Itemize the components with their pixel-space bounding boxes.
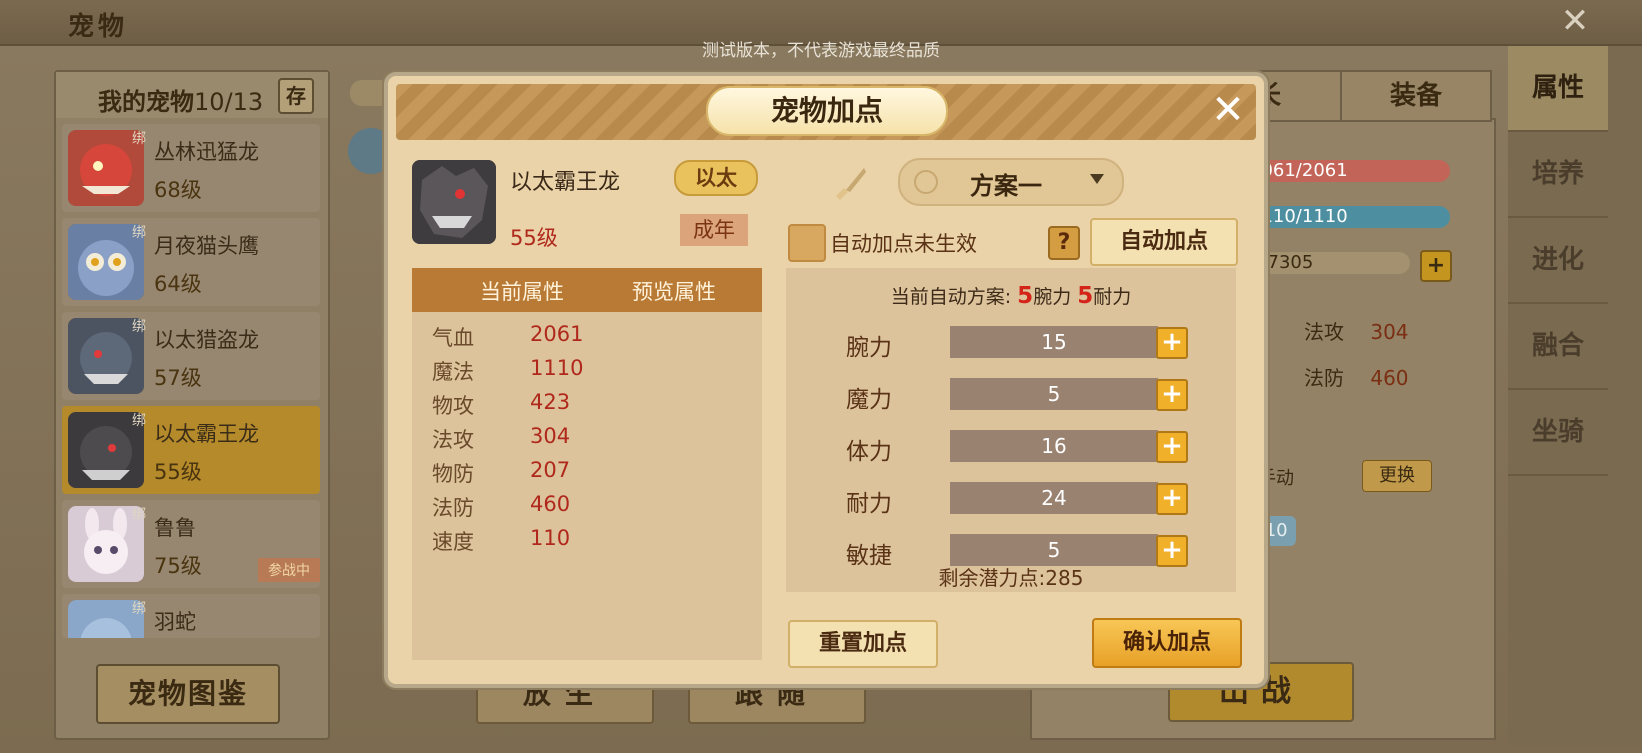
add-exp-button[interactable]: +	[1420, 250, 1452, 282]
pet-pokedex-button[interactable]: 宠物图鉴	[96, 664, 280, 724]
pet-level: 64级	[154, 272, 202, 296]
auto-allocate-status-label: 自动加点未生效	[830, 232, 977, 256]
reset-points-button[interactable]: 重置加点	[788, 620, 938, 668]
dialog-title: 宠物加点	[706, 86, 948, 136]
brush-icon[interactable]	[830, 162, 870, 202]
attribute-table-header: 当前属性 预览属性	[412, 268, 762, 312]
plan-dropdown[interactable]: 方案一	[898, 158, 1124, 206]
pet-name: 羽蛇	[154, 610, 196, 634]
remaining-points: 剩余潜力点:285	[938, 566, 1084, 590]
pet-level: 68级	[154, 178, 202, 202]
pet-list-item[interactable]: 绑 以太猎盗龙 57级	[62, 312, 320, 400]
pet-name: 丛林迅猛龙	[154, 140, 259, 164]
age-badge: 成年	[680, 214, 748, 246]
tab-attributes[interactable]: 属性	[1508, 46, 1608, 132]
chevron-down-icon	[1090, 174, 1104, 184]
pet-list-header: 我的宠物10/13 存	[56, 72, 328, 118]
pet-level: 57级	[154, 366, 202, 390]
pet-name: 以太霸王龙	[510, 170, 621, 195]
current-scheme-line: 当前自动方案: 5腕力 5耐力	[890, 283, 1132, 309]
magic-attack-label: 法攻	[1304, 320, 1344, 344]
pet-list-item[interactable]: 绑 羽蛇	[62, 594, 320, 638]
magic-defense-stat: 法防 460	[1304, 362, 1409, 391]
help-icon[interactable]: ?	[1048, 226, 1080, 260]
plus-icon[interactable]: +	[1156, 327, 1188, 359]
stat-value-bar: 24	[950, 482, 1158, 514]
close-icon[interactable]: ✕	[1210, 90, 1246, 130]
attribute-table: 当前属性 预览属性 气血 2061 魔法 1110 物攻 423 法攻 304 物防 20…	[412, 268, 762, 660]
pet-list-item[interactable]: 绑 月夜猫头鹰 64级	[62, 218, 320, 306]
stat-name: 腕力	[846, 335, 892, 361]
plus-icon[interactable]: +	[1156, 431, 1188, 463]
plan-selected-value: 方案一	[970, 172, 1042, 200]
stat-value-bar: 16	[950, 430, 1158, 462]
stat-value-bar: 5	[950, 378, 1158, 410]
pet-list-item[interactable]: 绑 鲁鲁 75级 参战中	[62, 500, 320, 588]
close-icon[interactable]: ✕	[1558, 4, 1592, 38]
bound-icon: 绑	[132, 131, 146, 147]
test-version-watermark: 测试版本，不代表游戏最终品质	[702, 41, 940, 61]
pet-name: 鲁鲁	[154, 516, 196, 540]
pet-list-item-selected[interactable]: 绑 以太霸王龙 55级	[62, 406, 320, 494]
bound-icon: 绑	[132, 225, 146, 241]
magic-attack-value: 304	[1370, 320, 1409, 344]
pet-level: 55级	[510, 226, 558, 250]
magic-defense-value: 460	[1370, 366, 1409, 390]
pet-level: 75级	[154, 554, 202, 578]
tab-mount[interactable]: 坐骑	[1508, 390, 1608, 476]
pet-name: 以太霸王龙	[154, 422, 259, 446]
pet-list-panel: 我的宠物10/13 存 绑 丛林迅猛龙 68级 绑 月夜猫头鹰 64级 绑 以太…	[54, 70, 330, 740]
plan-ornament-icon	[914, 170, 938, 194]
side-tab-bar: 属性 培养 进化 融合 坐骑	[1508, 46, 1642, 746]
stat-name: 魔力	[846, 387, 892, 413]
swap-button[interactable]: 更换	[1362, 460, 1432, 492]
point-allocation-panel: 当前自动方案: 5腕力 5耐力 腕力 15 + 魔力 5 + 体力 16 + 耐…	[786, 268, 1236, 592]
store-button[interactable]: 存	[278, 78, 314, 114]
pet-name: 月夜猫头鹰	[154, 234, 259, 258]
pet-point-allocation-dialog: 宠物加点 ✕ 以太霸王龙 55级 以太 成年 当前属性 预览属性 气血 2061 …	[384, 72, 1268, 688]
magic-attack-stat: 法攻 304	[1304, 316, 1409, 345]
plus-icon[interactable]: +	[1156, 379, 1188, 411]
preview-attributes-header: 预览属性	[632, 280, 716, 304]
bound-icon: 绑	[132, 507, 146, 523]
bound-icon: 绑	[132, 413, 146, 429]
pet-portrait	[412, 160, 496, 244]
tab-fusion[interactable]: 融合	[1508, 304, 1608, 390]
tab-equipment[interactable]: 装备	[1340, 70, 1492, 122]
tab-cultivate[interactable]: 培养	[1508, 132, 1608, 218]
plus-icon[interactable]: +	[1156, 483, 1188, 515]
confirm-points-button[interactable]: 确认加点	[1092, 618, 1242, 668]
stat-row-strength: 腕力 15 +	[786, 326, 1236, 361]
bound-icon: 绑	[132, 319, 146, 335]
stat-name: 体力	[846, 439, 892, 465]
tab-evolve[interactable]: 进化	[1508, 218, 1608, 304]
hp-bar: 2061/2061	[1240, 160, 1450, 182]
auto-allocate-checkbox[interactable]	[788, 224, 826, 262]
my-pets-label: 我的宠物10/13	[98, 88, 264, 116]
pet-level: 55级	[154, 460, 202, 484]
pet-count: 10/13	[194, 88, 264, 116]
stat-name: 耐力	[846, 491, 892, 517]
stat-row-magic: 魔力 5 +	[786, 378, 1236, 413]
race-badge: 以太	[674, 160, 758, 196]
magic-defense-label: 法防	[1304, 366, 1344, 390]
bound-icon: 绑	[132, 601, 146, 617]
mp-bar: 1110/1110	[1240, 206, 1450, 228]
stat-value-bar: 15	[950, 326, 1158, 358]
stat-row-vitality: 体力 16 +	[786, 430, 1236, 465]
pet-list-item[interactable]: 绑 丛林迅猛龙 68级	[62, 124, 320, 212]
auto-allocate-button[interactable]: 自动加点	[1090, 218, 1238, 266]
stat-row-endurance: 耐力 24 +	[786, 482, 1236, 517]
in-battle-tag: 参战中	[258, 558, 320, 582]
pet-name: 以太猎盗龙	[154, 328, 259, 352]
current-attributes-header: 当前属性	[480, 280, 564, 304]
